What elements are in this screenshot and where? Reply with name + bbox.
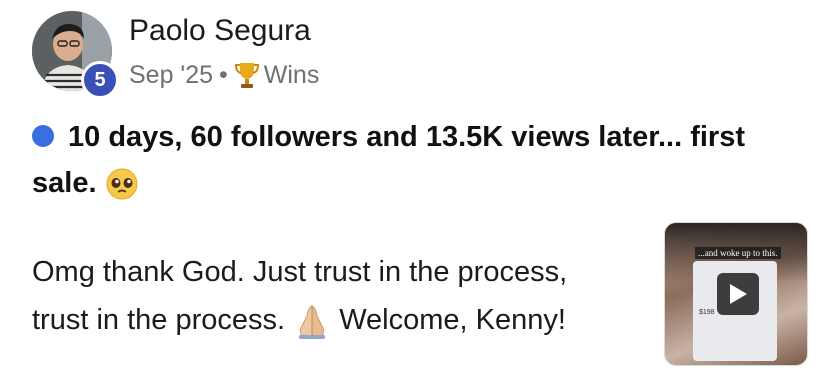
thumbnail-caption: ...and woke up to this.: [695, 247, 781, 259]
video-thumbnail[interactable]: ...and woke up to this. $198: [664, 222, 808, 366]
author-avatar[interactable]: 5: [32, 11, 119, 99]
post-date[interactable]: Sep '25: [129, 61, 213, 90]
post-category[interactable]: Wins: [264, 61, 320, 90]
post-body-line-2: trust in the process. Welcome, Kenny!: [32, 296, 642, 344]
post-body-line-2-end: Welcome, Kenny!: [339, 304, 566, 336]
thumbnail-stat: $198: [699, 309, 715, 316]
folded-hands-emoji: [299, 305, 326, 340]
level-badge: 5: [81, 61, 119, 99]
trophy-icon: [234, 63, 259, 88]
post-body-line-2-text: trust in the process.: [32, 304, 286, 336]
play-icon[interactable]: [717, 273, 759, 315]
pleading-face-emoji: [106, 168, 138, 200]
post-body-line-1: Omg thank God. Just trust in the process…: [32, 256, 568, 288]
author-name[interactable]: Paolo Segura: [129, 14, 311, 48]
post-body: Omg thank God. Just trust in the process…: [32, 248, 642, 344]
post-meta: Sep '25 • Wins: [129, 58, 319, 92]
post-title: 10 days, 60 followers and 13.5K views la…: [32, 114, 802, 206]
unread-dot-icon: [32, 125, 54, 147]
post-title-text: 10 days, 60 followers and 13.5K views la…: [32, 121, 745, 199]
meta-separator: •: [219, 60, 228, 89]
play-triangle: [730, 284, 747, 304]
